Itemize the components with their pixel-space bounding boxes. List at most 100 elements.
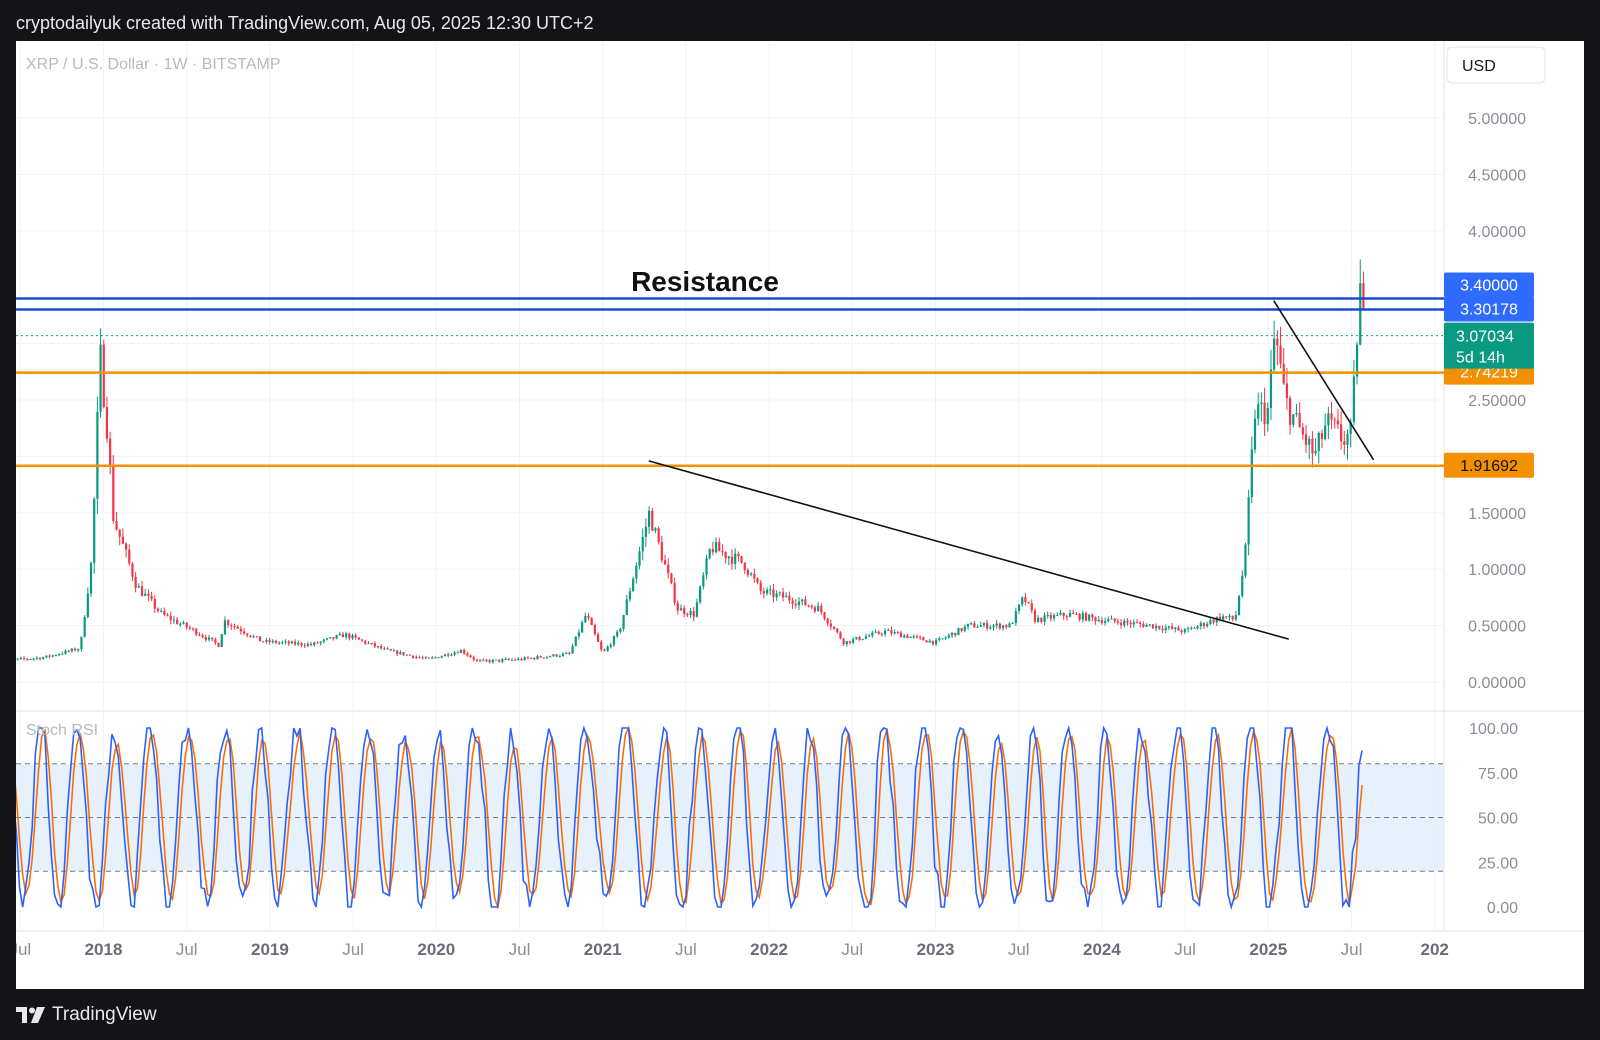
candle bbox=[1084, 611, 1088, 622]
chart-frame[interactable]: 3.40000 3.30178 2.74219 1.91692 3.07034 5d 14… bbox=[0, 41, 1584, 989]
candle bbox=[118, 529, 121, 546]
candle bbox=[663, 554, 667, 565]
caption-text: cryptodailyuk created with TradingView.c… bbox=[16, 13, 594, 33]
candle bbox=[246, 632, 249, 638]
candle bbox=[1308, 435, 1311, 460]
chart-canvas[interactable]: 3.400003.301782.742191.916923.070345d 14… bbox=[0, 41, 1584, 989]
candle bbox=[759, 580, 762, 595]
candle bbox=[252, 634, 255, 639]
candle bbox=[1285, 368, 1289, 411]
candle bbox=[858, 636, 861, 641]
candle bbox=[954, 632, 957, 638]
candle bbox=[172, 616, 176, 624]
candle bbox=[1151, 624, 1155, 629]
candle bbox=[973, 620, 976, 628]
candle bbox=[705, 554, 708, 580]
candle bbox=[1094, 616, 1097, 625]
price-tick-label: 1.50000 bbox=[1468, 506, 1526, 523]
candle bbox=[399, 650, 402, 655]
candle bbox=[1053, 612, 1056, 622]
candle bbox=[204, 634, 207, 643]
candle bbox=[469, 654, 472, 658]
candle bbox=[51, 654, 54, 658]
candle bbox=[427, 657, 431, 659]
candle bbox=[179, 621, 182, 628]
candle bbox=[1174, 627, 1177, 633]
candle bbox=[485, 659, 488, 663]
candle bbox=[568, 651, 571, 656]
candle bbox=[711, 541, 714, 556]
candle bbox=[1129, 619, 1132, 629]
tradingview-brand[interactable]: TradingView bbox=[16, 1004, 157, 1026]
candle bbox=[641, 528, 644, 561]
candle bbox=[839, 631, 842, 640]
candle bbox=[386, 646, 389, 650]
currency-button[interactable]: USD bbox=[1446, 46, 1546, 84]
candle bbox=[514, 658, 517, 661]
candle bbox=[80, 636, 83, 652]
candle bbox=[829, 619, 832, 631]
candle bbox=[596, 632, 600, 643]
time-axis-label: Jul bbox=[176, 940, 198, 959]
time-axis-label: Jul bbox=[841, 940, 863, 959]
candle bbox=[644, 518, 648, 547]
candle bbox=[373, 641, 376, 648]
candle bbox=[689, 607, 692, 619]
candle bbox=[463, 648, 466, 655]
candle bbox=[1065, 614, 1068, 621]
candle bbox=[699, 585, 702, 605]
candle bbox=[201, 633, 204, 639]
candle bbox=[456, 650, 459, 654]
candle bbox=[647, 506, 651, 534]
candle bbox=[765, 587, 769, 596]
candle bbox=[638, 546, 641, 570]
candle bbox=[577, 629, 581, 640]
tradingview-brand-text: TradingView bbox=[52, 1004, 157, 1025]
currency-button-label: USD bbox=[1462, 58, 1496, 75]
candle bbox=[1148, 624, 1151, 627]
time-axis-label: 2021 bbox=[584, 940, 622, 959]
candle bbox=[211, 637, 214, 642]
candle bbox=[1167, 625, 1171, 631]
candle bbox=[536, 654, 539, 660]
time-axis-label: Jul bbox=[675, 940, 697, 959]
candle bbox=[797, 596, 801, 611]
candle bbox=[565, 651, 568, 654]
candle bbox=[909, 636, 912, 638]
trendline[interactable] bbox=[1273, 300, 1375, 461]
level-badge-label: 1.91692 bbox=[1460, 458, 1518, 475]
candle bbox=[868, 633, 871, 637]
time-axis-label: Jul bbox=[1341, 940, 1363, 959]
candle bbox=[335, 634, 338, 640]
candle bbox=[581, 620, 584, 634]
trendlines[interactable] bbox=[648, 300, 1375, 640]
stoch-tick-label: 50.00 bbox=[1478, 811, 1518, 828]
candle bbox=[265, 637, 268, 644]
candle bbox=[1320, 429, 1324, 449]
candle bbox=[412, 655, 415, 660]
candle bbox=[242, 628, 246, 636]
candle bbox=[762, 587, 766, 599]
candle bbox=[772, 583, 775, 603]
candle bbox=[708, 548, 711, 560]
candle bbox=[48, 654, 51, 659]
candle bbox=[903, 633, 906, 639]
trendline[interactable] bbox=[648, 460, 1290, 640]
resistance-annotation[interactable]: Resistance bbox=[631, 266, 779, 297]
candle bbox=[1362, 271, 1365, 310]
candle bbox=[144, 588, 147, 597]
candle bbox=[1043, 612, 1046, 626]
candle bbox=[896, 630, 899, 635]
time-axis-label: Jul bbox=[1008, 940, 1030, 959]
time-axis-label: 2024 bbox=[1083, 940, 1121, 959]
candle bbox=[960, 628, 963, 633]
candle bbox=[109, 431, 112, 475]
candle bbox=[26, 658, 29, 661]
candle bbox=[683, 605, 686, 618]
candle bbox=[966, 623, 970, 630]
candle bbox=[584, 612, 587, 624]
candle bbox=[408, 654, 412, 656]
candle bbox=[316, 641, 319, 644]
level-badge: 3.30178 bbox=[1444, 296, 1534, 322]
candle bbox=[153, 595, 156, 613]
